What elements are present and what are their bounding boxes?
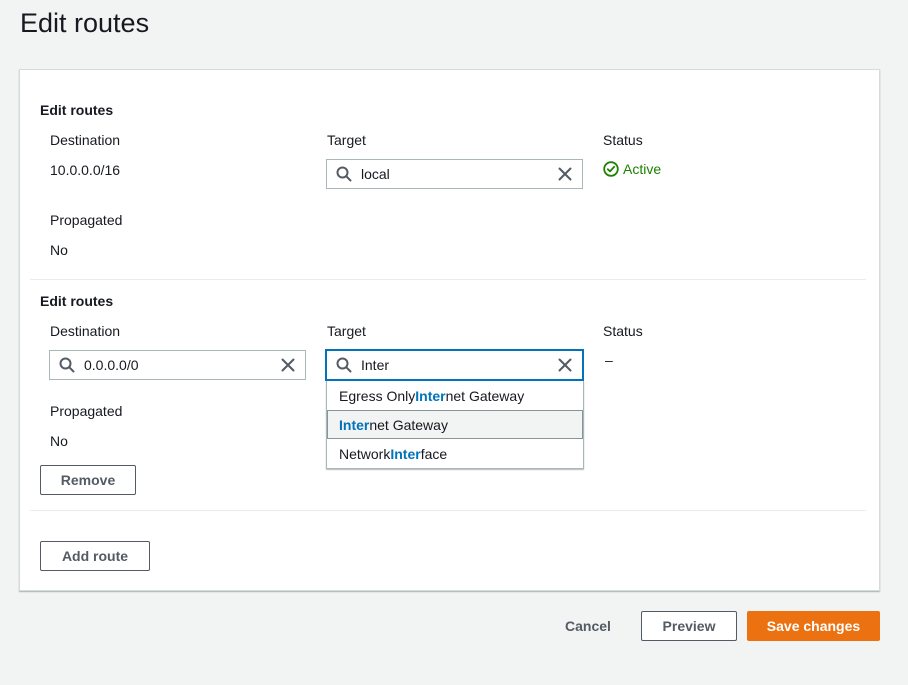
route-1-propagated-value: No	[50, 242, 68, 258]
route-1-destination-value: 10.0.0.0/16	[50, 162, 121, 178]
dropdown-option-network-interface[interactable]: Network Inter face	[327, 439, 583, 468]
cancel-button[interactable]: Cancel	[555, 611, 621, 641]
route-2-destination-value: 0.0.0.0/0	[84, 357, 139, 373]
route-1-target-label: Target	[327, 132, 366, 148]
route-2-target-label: Target	[327, 323, 366, 339]
route-1-target-input[interactable]: local	[326, 159, 583, 189]
route-2-status-value: –	[605, 352, 613, 368]
dropdown-option-egress-only-internet-gateway[interactable]: Egress Only Inter net Gateway	[327, 381, 583, 410]
route-2-destination-input[interactable]: 0.0.0.0/0	[49, 350, 306, 380]
add-route-button[interactable]: Add route	[40, 541, 150, 571]
target-dropdown: Egress Only Inter net Gateway Inter net Ga…	[326, 381, 584, 469]
routes-panel: Edit routes Destination 10.0.0.0/16 Targ…	[19, 69, 880, 591]
route-2-propagated-value: No	[50, 433, 68, 449]
route-divider	[30, 510, 866, 511]
preview-button[interactable]: Preview	[641, 611, 737, 641]
route-1-target-value: local	[361, 166, 390, 182]
route-2-status-label: Status	[603, 323, 643, 339]
close-icon[interactable]	[548, 351, 582, 379]
route-2-destination-label: Destination	[50, 323, 121, 339]
route-2-propagated-label: Propagated	[50, 403, 123, 419]
route-1-status-value: Active	[623, 161, 662, 177]
route-1-destination-label: Destination	[50, 132, 121, 148]
route-2-target-value: Inter	[361, 357, 390, 373]
check-circle-icon	[603, 161, 619, 177]
route-1-status: Active	[603, 161, 661, 177]
dropdown-option-internet-gateway[interactable]: Inter net Gateway	[327, 410, 583, 439]
route-2-target-input[interactable]: Inter	[326, 350, 583, 380]
route-1-status-label: Status	[603, 132, 643, 148]
remove-button[interactable]: Remove	[40, 465, 136, 495]
route-1-propagated-label: Propagated	[50, 212, 123, 228]
close-icon[interactable]	[548, 160, 582, 188]
page-title: Edit routes	[20, 8, 150, 38]
route-divider	[30, 279, 866, 280]
route-2-section-title: Edit routes	[40, 293, 114, 309]
route-1-section-title: Edit routes	[40, 102, 114, 118]
save-changes-button[interactable]: Save changes	[747, 611, 880, 641]
search-icon	[50, 351, 84, 379]
close-icon[interactable]	[271, 351, 305, 379]
search-icon	[327, 351, 361, 379]
search-icon	[327, 160, 361, 188]
